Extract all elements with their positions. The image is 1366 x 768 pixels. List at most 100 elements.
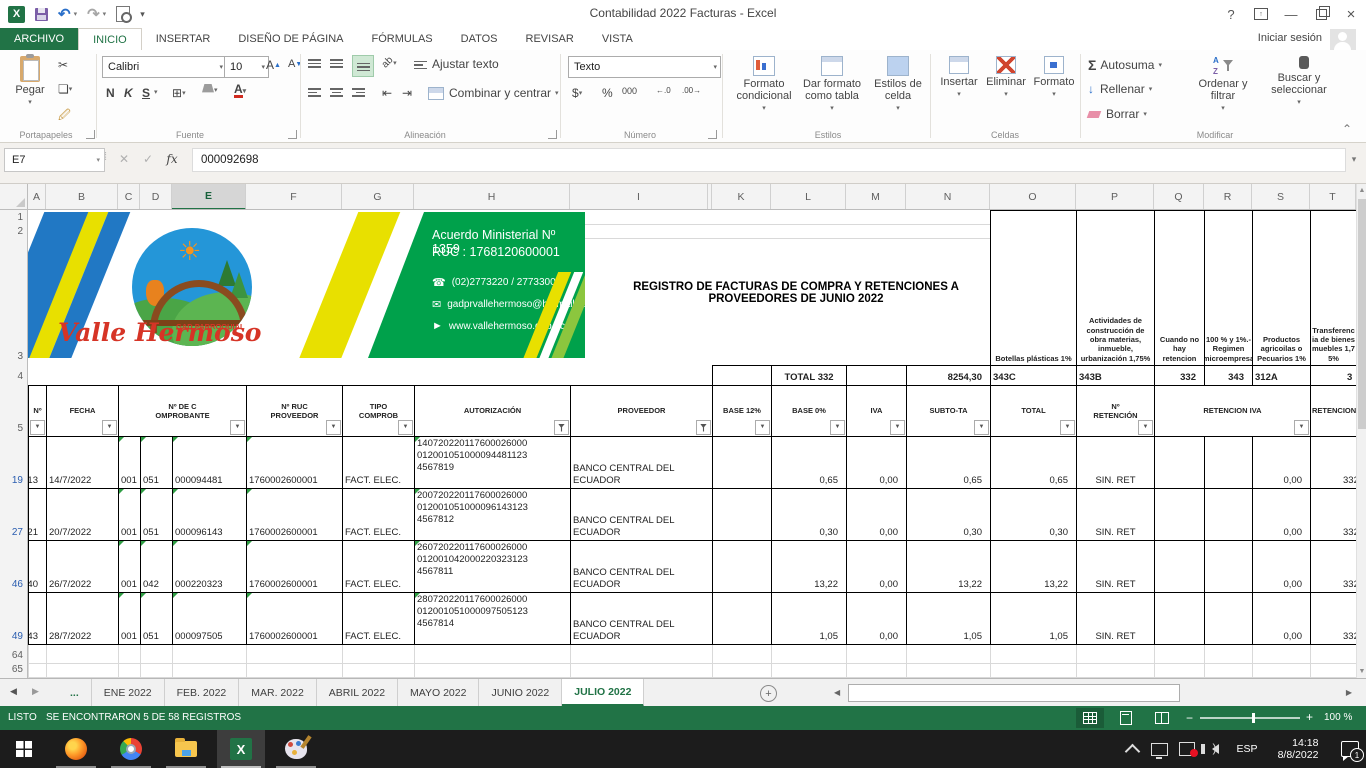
hscroll-right-icon[interactable]: ▶ xyxy=(1346,688,1352,697)
align-middle-icon[interactable] xyxy=(330,57,343,68)
cell-N46[interactable]: 13,22 xyxy=(906,541,990,593)
horizontal-scroll-thumb[interactable] xyxy=(848,684,1180,702)
cell-H27[interactable]: 200720220117600026000 012001051000096143… xyxy=(414,489,570,541)
insert-function-icon[interactable]: fx xyxy=(160,148,184,170)
row-header-3[interactable]: 3 xyxy=(17,351,23,362)
sheet-tab-mayo-2022[interactable]: MAYO 2022 xyxy=(398,679,479,707)
table-header-I[interactable]: PROVEEDOR xyxy=(570,385,712,437)
tab-scroll-left-icon[interactable]: ◀ xyxy=(10,686,17,697)
zoom-slider-thumb[interactable] xyxy=(1252,713,1255,723)
cell-styles-button[interactable]: Estilos de celda ▾ xyxy=(870,56,926,112)
sheet-tab-abril-2022[interactable]: ABRIL 2022 xyxy=(317,679,398,707)
help-icon[interactable]: ? xyxy=(1216,0,1246,28)
cell-O49[interactable]: 1,05 xyxy=(990,593,1076,645)
cell-F46[interactable]: 1760002600001 xyxy=(246,541,342,593)
cell-I19[interactable]: BANCO CENTRAL DEL ECUADOR xyxy=(570,437,712,489)
number-format-combo[interactable]: Texto▾ xyxy=(568,56,721,78)
column-header-P[interactable]: P xyxy=(1076,184,1154,210)
row-header-1[interactable]: 1 xyxy=(17,212,23,223)
delete-cells-button[interactable]: Eliminar▾ xyxy=(984,56,1028,98)
font-size-combo[interactable]: 10▾ xyxy=(224,56,269,78)
filter-dropdown-icon[interactable]: ▼ xyxy=(1060,420,1075,435)
insert-cells-button[interactable]: Insertar▾ xyxy=(938,56,980,98)
cell-L49[interactable]: 1,05 xyxy=(771,593,846,645)
total-cell-R[interactable]: 343 xyxy=(1204,365,1252,385)
italic-button[interactable]: K xyxy=(124,86,133,100)
copy-icon[interactable]: ❏▾ xyxy=(58,82,72,96)
taskbar-file-explorer[interactable] xyxy=(162,730,210,768)
cell-M19[interactable]: 0,00 xyxy=(846,437,906,489)
cell-Q46[interactable] xyxy=(1154,541,1204,593)
filter-applied-icon[interactable] xyxy=(554,420,569,435)
horizontal-scrollbar[interactable]: ◀ ▶ xyxy=(830,684,1356,701)
cell-P19[interactable]: SIN. RET xyxy=(1076,437,1154,489)
column-header-I[interactable]: I xyxy=(570,184,708,210)
cell-S27[interactable]: 0,00 xyxy=(1252,489,1310,541)
ribbon-tab-fórmulas[interactable]: FÓRMULAS xyxy=(358,28,447,50)
sheet-tab-overflow[interactable]: ... xyxy=(58,679,92,707)
merge-center-button[interactable]: Combinar y centrar ▾ xyxy=(428,86,559,100)
filter-dropdown-icon[interactable]: ▼ xyxy=(1294,420,1309,435)
upper-header-Q[interactable]: Cuando no hay retencion xyxy=(1154,210,1204,365)
cell-C49[interactable]: 001 xyxy=(118,593,140,645)
autosum-button[interactable]: Σ Autosuma▾ xyxy=(1088,57,1162,73)
underline-button[interactable]: S xyxy=(142,86,150,100)
filter-dropdown-icon[interactable]: ▼ xyxy=(102,420,117,435)
table-header-M[interactable]: IVA▼ xyxy=(846,385,906,437)
bold-button[interactable]: N xyxy=(106,86,115,100)
filter-dropdown-icon[interactable]: ▼ xyxy=(230,420,245,435)
wrap-text-button[interactable]: Ajustar texto xyxy=(414,57,499,71)
cell-R49[interactable] xyxy=(1204,593,1252,645)
column-header-L[interactable]: L xyxy=(771,184,846,210)
cut-icon[interactable]: ✂ xyxy=(58,58,68,72)
cell-O19[interactable]: 0,65 xyxy=(990,437,1076,489)
paste-button[interactable]: Pegar ▾ xyxy=(8,56,52,106)
column-header-N[interactable]: N xyxy=(906,184,990,210)
cell-P27[interactable]: SIN. RET xyxy=(1076,489,1154,541)
taskbar-chrome[interactable] xyxy=(107,730,155,768)
cell-M27[interactable]: 0,00 xyxy=(846,489,906,541)
cell-L19[interactable]: 0,65 xyxy=(771,437,846,489)
cell-T27[interactable]: 332 xyxy=(1310,489,1356,541)
column-header-F[interactable]: F xyxy=(246,184,342,210)
total-cell-S[interactable]: 312A xyxy=(1252,365,1310,385)
cell-N19[interactable]: 0,65 xyxy=(906,437,990,489)
page-break-preview-icon[interactable] xyxy=(1148,708,1176,728)
cell-I49[interactable]: BANCO CENTRAL DEL ECUADOR xyxy=(570,593,712,645)
align-left-icon[interactable] xyxy=(308,86,321,97)
row-header-2[interactable]: 2 xyxy=(17,226,23,237)
align-top-icon[interactable] xyxy=(308,57,321,68)
cell-R27[interactable] xyxy=(1204,489,1252,541)
clipboard-dialog-launcher-icon[interactable] xyxy=(86,130,95,139)
sheet-tab-feb-2022[interactable]: FEB. 2022 xyxy=(165,679,240,707)
increase-decimal-icon[interactable]: ←.0 xyxy=(656,86,671,95)
decrease-decimal-icon[interactable]: .00→ xyxy=(682,86,701,95)
language-indicator[interactable]: ESP xyxy=(1230,730,1264,768)
filter-dropdown-icon[interactable]: ▼ xyxy=(1138,420,1153,435)
column-header-T[interactable]: T xyxy=(1310,184,1356,210)
column-header-M[interactable]: M xyxy=(846,184,906,210)
sheet-tab-junio-2022[interactable]: JUNIO 2022 xyxy=(479,679,562,707)
cell-G49[interactable]: FACT. ELEC. xyxy=(342,593,414,645)
column-header-Q[interactable]: Q xyxy=(1154,184,1204,210)
normal-view-icon[interactable] xyxy=(1076,708,1104,728)
cell-T46[interactable]: 332 xyxy=(1310,541,1356,593)
increase-indent-icon[interactable]: ⇥ xyxy=(402,86,412,100)
cell-F49[interactable]: 1760002600001 xyxy=(246,593,342,645)
cell-D49[interactable]: 051 xyxy=(140,593,172,645)
clear-button[interactable]: Borrar▾ xyxy=(1088,107,1147,121)
cell-C46[interactable]: 001 xyxy=(118,541,140,593)
alignment-dialog-launcher-icon[interactable] xyxy=(548,130,557,139)
table-header-K[interactable]: BASE 12%▼ xyxy=(712,385,771,437)
cell-K19[interactable] xyxy=(712,437,771,489)
cell-H19[interactable]: 140720220117600026000 012001051000094481… xyxy=(414,437,570,489)
table-header-O[interactable]: TOTAL▼ xyxy=(990,385,1076,437)
cell-C27[interactable]: 001 xyxy=(118,489,140,541)
avatar[interactable] xyxy=(1330,29,1356,50)
row-header-64[interactable]: 64 xyxy=(12,650,23,661)
percent-format-icon[interactable]: % xyxy=(602,86,613,100)
cell-K49[interactable] xyxy=(712,593,771,645)
filter-dropdown-icon[interactable]: ▼ xyxy=(890,420,905,435)
cell-L46[interactable]: 13,22 xyxy=(771,541,846,593)
action-center-icon[interactable]: 1 xyxy=(1336,730,1364,768)
